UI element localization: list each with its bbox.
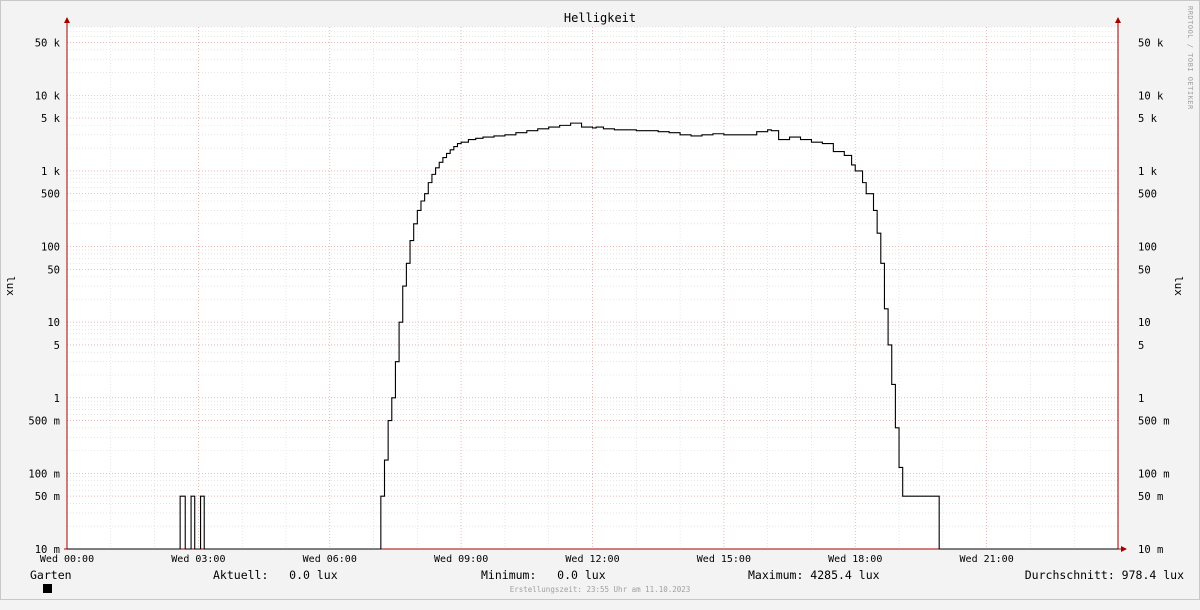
y-axis-arrow-left (64, 17, 70, 23)
y-tick-label-right: 5 (1138, 340, 1144, 352)
legend: Garten Aktuell: 0.0 lux Minimum: 0.0 lux… (0, 568, 1200, 593)
y-tick-label-left: 1 k (41, 166, 61, 178)
legend-current: Aktuell: 0.0 lux (213, 568, 338, 582)
y-tick-label-left: 500 (41, 189, 60, 201)
legend-maximum: Maximum: 4285.4 lux (748, 568, 880, 582)
y-tick-label-left: 50 k (35, 37, 61, 49)
y-tick-label-right: 10 (1138, 317, 1151, 329)
y-tick-label-right: 500 (1138, 189, 1157, 201)
x-tick-label: Wed 18:00 (828, 554, 882, 565)
legend-minimum: Minimum: 0.0 lux (481, 568, 606, 582)
y-tick-label-left: 50 m (35, 491, 60, 503)
y-tick-label-right: 50 k (1138, 37, 1164, 49)
x-axis-arrow (1121, 546, 1127, 552)
legend-average: Durchschnitt: 978.4 lux (1024, 568, 1184, 582)
y-tick-label-left: 10 k (35, 90, 61, 102)
x-tick-label: Wed 00:00 (40, 554, 94, 565)
y-tick-label-right: 5 k (1138, 113, 1158, 125)
y-tick-label-right: 1 k (1138, 166, 1158, 178)
y-tick-label-right: 1 (1138, 393, 1144, 405)
y-tick-label-right: 50 m (1138, 491, 1163, 503)
x-tick-label: Wed 03:00 (171, 554, 225, 565)
y-tick-label-right: 100 m (1138, 468, 1170, 480)
y-tick-label-right: 10 k (1138, 90, 1164, 102)
y-tick-label-right: 10 m (1138, 544, 1163, 556)
legend-series-name: Garten (30, 568, 72, 582)
y-tick-label-left: 5 k (41, 113, 61, 125)
x-tick-label: Wed 09:00 (434, 554, 488, 565)
y-tick-label-left: 10 (47, 317, 60, 329)
y-tick-label-left: 500 m (28, 416, 60, 428)
y-tick-label-left: 50 (47, 264, 60, 276)
y-tick-label-left: 100 (41, 242, 60, 254)
y-tick-label-right: 500 m (1138, 416, 1170, 428)
y-tick-label-left: 5 (54, 340, 60, 352)
x-tick-label: Wed 06:00 (303, 554, 357, 565)
x-tick-label: Wed 21:00 (960, 554, 1014, 565)
y-tick-label-right: 100 (1138, 242, 1157, 254)
x-tick-label: Wed 15:00 (697, 554, 751, 565)
y-tick-label-left: 100 m (28, 468, 60, 480)
creation-time-footer: Erstellungszeit: 23:55 Uhr am 11.10.2023 (509, 585, 691, 594)
y-axis-arrow-right (1115, 17, 1121, 23)
y-tick-label-right: 50 (1138, 264, 1151, 276)
chart-area: 10 m 10 m50 m 50 m100 m 100 m500 m 500 m1 15 5… (28, 17, 1170, 565)
y-tick-label-left: 1 (54, 393, 60, 405)
x-tick-label: Wed 12:00 (565, 554, 619, 565)
